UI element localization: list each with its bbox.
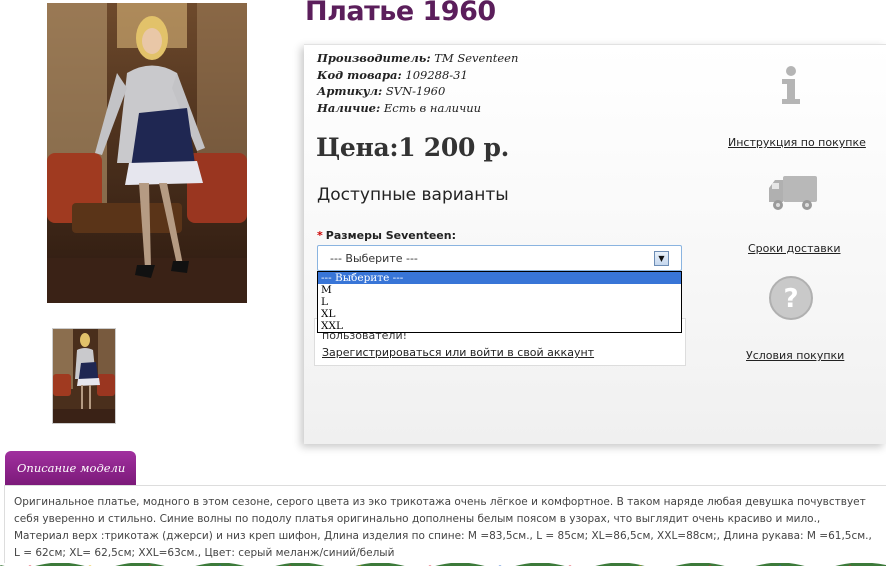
size-option-l[interactable]: L — [318, 296, 681, 308]
meta-availability: Наличие: Есть в наличии — [317, 100, 482, 115]
size-select-value: --- Выберите --- — [330, 252, 418, 265]
tab-description[interactable]: Описание модели — [5, 451, 136, 485]
size-option-placeholder[interactable]: --- Выберите --- — [318, 272, 681, 284]
product-price: Цена:1 200 р. — [316, 133, 510, 162]
meta-manufacturer: Производитель: TM Seventeen — [317, 51, 519, 65]
svg-text:?: ? — [783, 284, 798, 314]
decorative-garland — [0, 557, 886, 566]
size-label: * Размеры Seventeen: — [317, 229, 456, 242]
size-option-m[interactable]: M — [318, 284, 681, 296]
size-dropdown-list: --- Выберите --- M L XL XXL — [317, 271, 682, 333]
size-option-xxl[interactable]: XXL — [318, 320, 681, 332]
meta-product-code: Код товара: 109288-31 — [317, 67, 468, 82]
truck-icon — [767, 172, 819, 218]
description-text: Оригинальное платье, модного в этом сезо… — [14, 496, 872, 559]
size-option-xl[interactable]: XL — [318, 308, 681, 320]
variants-heading: Доступные варианты — [317, 185, 509, 205]
product-meta: Производитель: TM Seventeen Код товара: … — [317, 50, 518, 116]
question-icon: ? — [768, 275, 814, 325]
chevron-down-icon[interactable]: ▼ — [654, 251, 669, 266]
purchase-conditions-link[interactable]: Условия покупки — [746, 349, 844, 362]
product-main-image[interactable] — [47, 3, 247, 303]
register-login-link[interactable]: Зарегистрироваться или войти в свой акка… — [322, 346, 594, 359]
delivery-terms-link[interactable]: Сроки доставки — [748, 242, 841, 255]
purchase-instruction-link[interactable]: Инструкция по покупке — [728, 136, 866, 149]
info-icon — [778, 65, 804, 109]
product-page: { "product": { "title": "Платье 1960", "… — [0, 0, 886, 566]
size-select[interactable]: --- Выберите --- ▼ — [317, 245, 682, 271]
product-title: Платье 1960 — [305, 0, 496, 27]
meta-article: Артикул: SVN-1960 — [317, 84, 446, 98]
required-mark: * — [317, 229, 323, 242]
product-thumbnail[interactable] — [52, 328, 116, 424]
